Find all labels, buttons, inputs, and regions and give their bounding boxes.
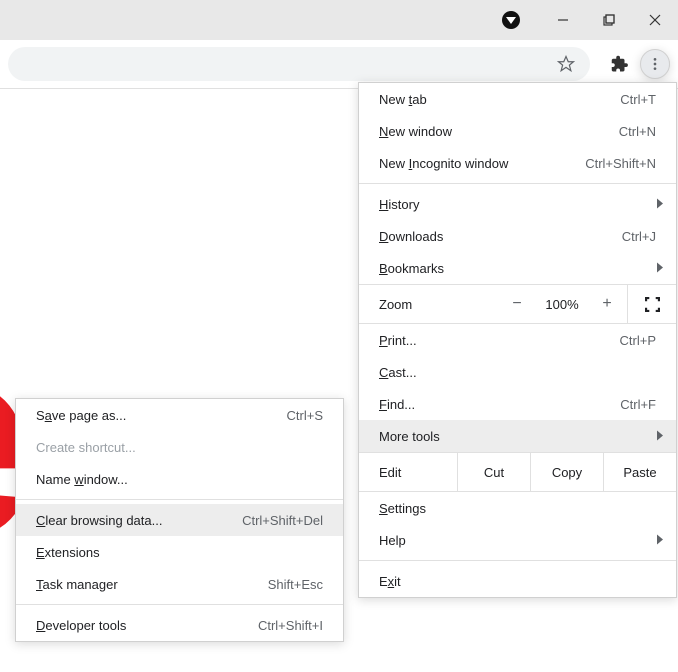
menu-new-tab[interactable]: New tabCtrl+T	[359, 83, 676, 115]
more-tools-submenu: Save page as...Ctrl+S Create shortcut...…	[15, 398, 344, 642]
zoom-out-button[interactable]: −	[497, 295, 537, 313]
close-button[interactable]	[632, 0, 678, 40]
chevron-right-icon	[656, 429, 664, 444]
omnibox[interactable]	[8, 47, 590, 81]
maximize-button[interactable]	[586, 0, 632, 40]
minimize-button[interactable]	[540, 0, 586, 40]
copy-button[interactable]: Copy	[530, 453, 603, 491]
menu-help[interactable]: Help	[359, 524, 676, 556]
fullscreen-button[interactable]	[627, 285, 676, 323]
menu-bookmarks[interactable]: Bookmarks	[359, 252, 676, 284]
menu-history[interactable]: History	[359, 188, 676, 220]
chevron-right-icon	[656, 261, 664, 276]
menu-create-shortcut: Create shortcut...	[16, 431, 343, 463]
kebab-menu-icon[interactable]	[640, 49, 670, 79]
bookmark-star-icon[interactable]	[552, 50, 580, 78]
extensions-icon[interactable]	[606, 50, 634, 78]
menu-incognito[interactable]: New Incognito windowCtrl+Shift+N	[359, 147, 676, 179]
paste-button[interactable]: Paste	[603, 453, 676, 491]
menu-clear-browsing-data[interactable]: Clear browsing data...Ctrl+Shift+Del	[16, 504, 343, 536]
menu-save-page[interactable]: Save page as...Ctrl+S	[16, 399, 343, 431]
chevron-right-icon	[656, 533, 664, 548]
menu-find[interactable]: Find...Ctrl+F	[359, 388, 676, 420]
menu-settings[interactable]: Settings	[359, 492, 676, 524]
titlebar	[0, 0, 678, 40]
edit-label: Edit	[359, 465, 457, 480]
zoom-in-button[interactable]: +	[587, 295, 627, 313]
edit-row: Edit Cut Copy Paste	[359, 452, 676, 492]
chevron-right-icon	[656, 197, 664, 212]
menu-print[interactable]: Print...Ctrl+P	[359, 324, 676, 356]
menu-extensions[interactable]: Extensions	[16, 536, 343, 568]
menu-name-window[interactable]: Name window...	[16, 463, 343, 495]
menu-cast[interactable]: Cast...	[359, 356, 676, 388]
menu-task-manager[interactable]: Task managerShift+Esc	[16, 568, 343, 600]
menu-downloads[interactable]: DownloadsCtrl+J	[359, 220, 676, 252]
menu-developer-tools[interactable]: Developer toolsCtrl+Shift+I	[16, 609, 343, 641]
zoom-row: Zoom − 100% +	[359, 284, 676, 324]
main-menu: New tabCtrl+T New windowCtrl+N New Incog…	[358, 82, 677, 598]
zoom-label: Zoom	[359, 297, 479, 312]
menu-new-window[interactable]: New windowCtrl+N	[359, 115, 676, 147]
cut-button[interactable]: Cut	[457, 453, 530, 491]
zoom-value: 100%	[537, 297, 587, 312]
update-badge-icon[interactable]	[502, 11, 520, 29]
menu-exit[interactable]: Exit	[359, 565, 676, 597]
menu-more-tools[interactable]: More tools	[359, 420, 676, 452]
